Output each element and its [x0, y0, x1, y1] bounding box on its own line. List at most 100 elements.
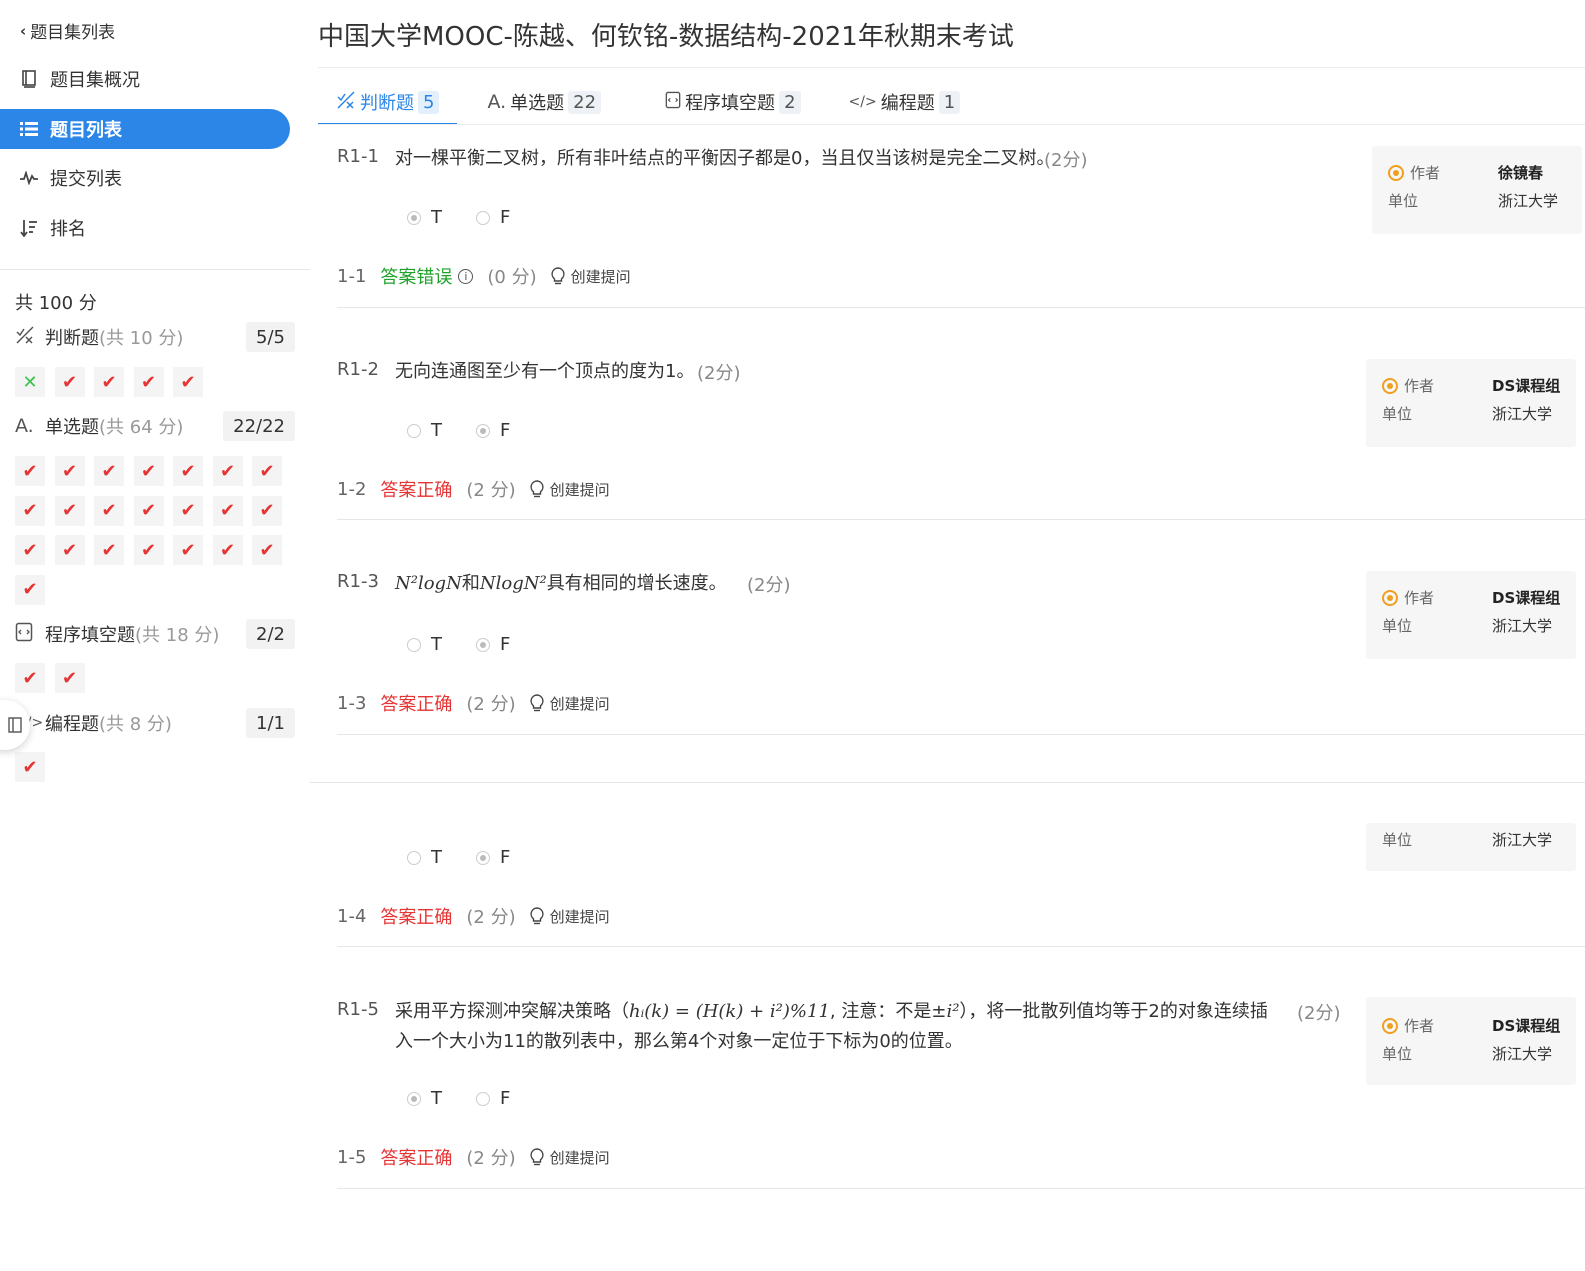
check-icon[interactable]: ✔ [94, 495, 124, 526]
option-false[interactable]: F [476, 847, 510, 868]
author-card: 单位 浙江大学 [1366, 823, 1576, 871]
radio-false[interactable] [476, 637, 490, 652]
section-judge[interactable]: 判断题 (共 10 分) 5/5 [15, 322, 295, 352]
math-expression: N²logN [395, 573, 462, 594]
radio-true[interactable] [407, 637, 421, 652]
check-icon[interactable]: ✔ [15, 535, 45, 565]
check-icon[interactable]: ✔ [94, 535, 124, 565]
check-icon[interactable]: ✔ [212, 535, 243, 565]
create-question-button[interactable]: 创建提问 [551, 266, 631, 287]
nav-item-submissions[interactable]: 提交列表 [0, 158, 290, 198]
check-icon[interactable]: ✔ [15, 456, 45, 486]
check-icon[interactable]: ✔ [54, 535, 85, 565]
option-false[interactable]: F [476, 207, 510, 228]
option-true[interactable]: T [407, 1088, 442, 1109]
radio-true[interactable] [407, 1091, 421, 1106]
question-score: (2分) [1297, 1003, 1341, 1024]
check-icon[interactable]: ✔ [173, 367, 203, 397]
check-icon[interactable]: ✔ [54, 663, 85, 693]
option-false[interactable]: F [476, 420, 510, 441]
check-icon[interactable]: ✔ [133, 495, 164, 526]
result-number: 1-1 [337, 265, 367, 287]
nav-item-problem-list[interactable]: 题目列表 [0, 109, 290, 149]
tab-programming[interactable]: </> 编程题 1 [831, 80, 979, 124]
check-icon[interactable]: ✔ [15, 752, 45, 782]
option-true[interactable]: T [407, 420, 442, 441]
result-points: (2 分) [466, 1148, 516, 1169]
radio-false[interactable] [476, 423, 490, 438]
check-icon[interactable]: ✔ [54, 456, 85, 486]
result-row: 1-4 答案正确 (2 分) 创建提问 [337, 903, 610, 929]
check-icon[interactable]: ✔ [133, 367, 164, 397]
result-status: 答案正确 [380, 1148, 453, 1169]
tab-judge[interactable]: 判断题 5 [318, 80, 458, 125]
check-icon[interactable]: ✔ [212, 456, 243, 486]
sort-icon [20, 219, 38, 237]
radio-false[interactable] [476, 850, 490, 865]
radio-true[interactable] [407, 210, 421, 225]
check-icon[interactable]: ✔ [94, 456, 124, 486]
create-question-button[interactable]: 创建提问 [530, 479, 610, 500]
check-icon[interactable]: ✔ [15, 495, 45, 526]
check-icon[interactable]: ✔ [54, 367, 85, 397]
author-name[interactable]: DS课程组 [1492, 587, 1560, 608]
check-icon[interactable]: ✔ [173, 495, 203, 526]
check-icon[interactable]: ✔ [133, 456, 164, 486]
nav-item-ranking[interactable]: 排名 [0, 208, 290, 248]
author-name[interactable]: DS课程组 [1492, 375, 1560, 396]
chevron-left-icon: ‹ [20, 21, 27, 40]
result-status: 答案错误 [380, 267, 453, 288]
tab-fill-in[interactable]: 程序填空题 2 [647, 80, 818, 124]
author-card: 作者 DS课程组 单位 浙江大学 [1366, 359, 1576, 447]
check-icon[interactable]: ✔ [212, 495, 243, 526]
section-choice[interactable]: A. 单选题 (共 64 分) 22/22 [15, 411, 295, 441]
judge-icon [15, 325, 39, 349]
author-name[interactable]: 徐镜春 [1498, 162, 1543, 183]
check-icon[interactable]: ✔ [252, 535, 282, 565]
create-question-button[interactable]: 创建提问 [530, 1147, 610, 1168]
create-question-button[interactable]: 创建提问 [530, 693, 610, 714]
author-label: 作者 [1404, 589, 1435, 607]
tab-single-choice[interactable]: A. 单选题 22 [469, 80, 619, 124]
check-icon[interactable]: ✔ [94, 367, 124, 397]
create-question-button[interactable]: 创建提问 [530, 906, 610, 927]
radio-false[interactable] [476, 210, 490, 225]
section-fill-in[interactable]: 程序填空题 (共 18 分) 2/2 [15, 619, 295, 649]
nav-item-overview[interactable]: 题目集概况 [0, 59, 290, 99]
cross-icon[interactable]: ✕ [15, 367, 45, 397]
check-icon[interactable]: ✔ [15, 663, 45, 693]
check-icon[interactable]: ✔ [173, 456, 203, 486]
option-false[interactable]: F [476, 634, 510, 655]
info-icon[interactable]: i [458, 268, 474, 284]
option-true[interactable]: T [407, 207, 442, 228]
author-name[interactable]: DS课程组 [1492, 1015, 1560, 1036]
check-icon[interactable]: ✔ [252, 495, 282, 526]
create-question-label: 创建提问 [549, 1148, 610, 1167]
result-status: 答案正确 [380, 907, 453, 928]
tab-label: 编程题 [880, 93, 935, 114]
check-icon[interactable]: ✔ [54, 495, 85, 526]
option-true[interactable]: T [407, 634, 442, 655]
check-icon[interactable]: ✔ [133, 535, 164, 565]
question-id: R1-1 [337, 146, 379, 167]
lightbulb-icon [551, 267, 565, 285]
back-to-problem-sets-link[interactable]: ‹ 题目集列表 [20, 18, 115, 44]
list-icon [20, 120, 38, 138]
radio-true[interactable] [407, 423, 421, 438]
section-programming[interactable]: </> 编程题(共 8 分) 1/1 [15, 708, 295, 738]
check-icon[interactable]: ✔ [15, 574, 45, 605]
option-false[interactable]: F [476, 1088, 510, 1109]
radio-true[interactable] [407, 850, 421, 865]
page-title: 中国大学MOOC-陈越、何钦铭-数据结构-2021年秋期末考试 [318, 22, 1014, 52]
tab-label: 单选题 [510, 93, 565, 114]
option-label: F [500, 1088, 511, 1109]
check-icon[interactable]: ✔ [252, 456, 282, 486]
question-text: 对一棵平衡二叉树，所有非叶结点的平衡因子都是0，当且仅当该树是完全二叉树。 [395, 148, 1055, 169]
math-expression: i² [946, 1001, 960, 1022]
option-true[interactable]: T [407, 847, 442, 868]
create-question-label: 创建提问 [570, 267, 631, 286]
radio-false[interactable] [476, 1091, 490, 1106]
nav-item-label: 题目列表 [50, 120, 122, 141]
check-icon[interactable]: ✔ [173, 535, 203, 565]
result-row: 1-2 答案正确 (2 分) 创建提问 [337, 476, 610, 502]
